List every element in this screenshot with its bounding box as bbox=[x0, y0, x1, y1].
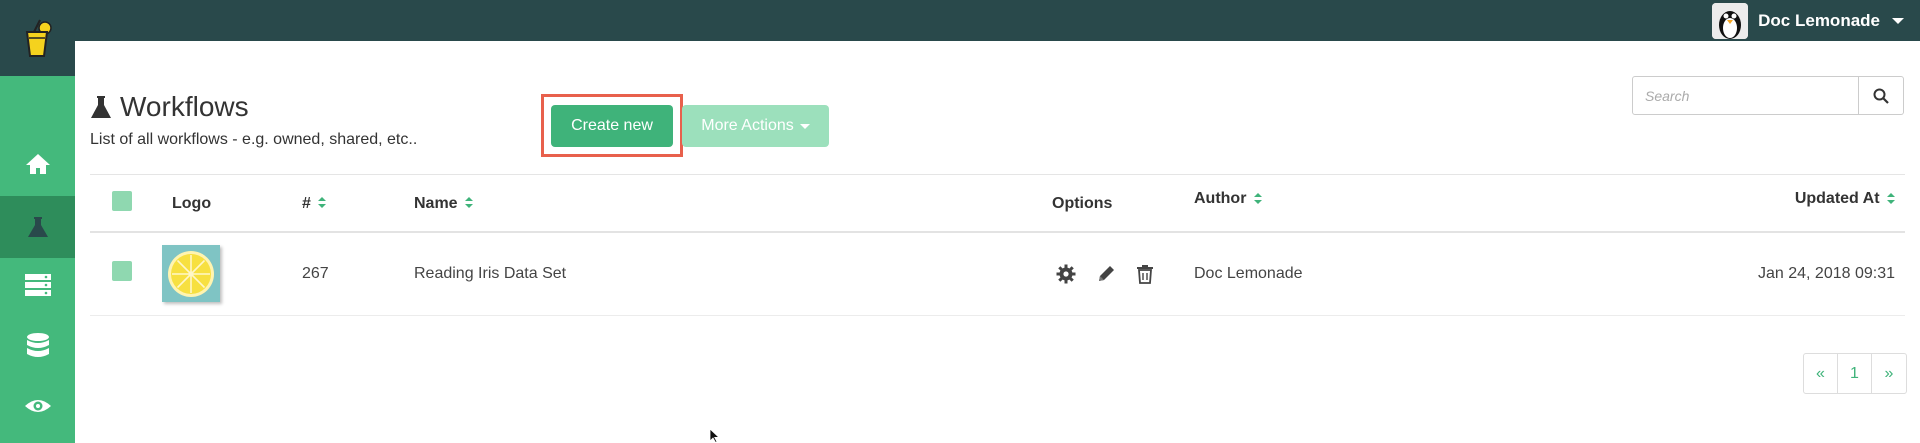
table-header-row: Logo # Name Options Author Updated At bbox=[90, 176, 1905, 233]
row-logo-cell bbox=[162, 232, 302, 316]
search-icon bbox=[1873, 88, 1889, 104]
more-actions-label: More Actions bbox=[701, 117, 794, 134]
header-logo: Logo bbox=[162, 176, 302, 233]
sidebar bbox=[0, 0, 75, 443]
row-options-cell bbox=[1052, 232, 1194, 316]
page-title: Workflows bbox=[90, 91, 249, 123]
more-actions-button[interactable]: More Actions bbox=[682, 105, 829, 147]
sidebar-item-database[interactable] bbox=[0, 315, 75, 377]
workflows-table: Logo # Name Options Author Updated At 26… bbox=[90, 176, 1905, 316]
header-author-label: Author bbox=[1194, 190, 1247, 207]
header-id-label: # bbox=[302, 194, 311, 212]
table-row[interactable]: 267 Reading Iris Data Set Doc Lemonade J… bbox=[90, 232, 1905, 316]
sort-icon bbox=[318, 197, 327, 209]
brand-logo[interactable] bbox=[0, 0, 75, 76]
header-logo-label: Logo bbox=[172, 194, 212, 212]
penguin-avatar-icon bbox=[1712, 2, 1749, 39]
top-bar: Doc Lemonade bbox=[75, 0, 1920, 41]
gear-icon[interactable] bbox=[1056, 264, 1076, 284]
page-title-text: Workflows bbox=[120, 91, 249, 122]
header-options-label: Options bbox=[1052, 194, 1113, 212]
header-updated-at[interactable]: Updated At bbox=[1676, 176, 1905, 233]
search-bar bbox=[1632, 76, 1904, 115]
lemonade-glass-icon bbox=[25, 19, 52, 57]
sidebar-item-workflows[interactable] bbox=[0, 196, 75, 258]
pagination: « 1 » bbox=[1803, 353, 1907, 394]
row-checkbox[interactable] bbox=[112, 261, 132, 282]
sort-icon bbox=[465, 197, 474, 209]
header-name[interactable]: Name bbox=[414, 176, 1052, 233]
row-author: Doc Lemonade bbox=[1194, 232, 1676, 316]
sidebar-item-home[interactable] bbox=[0, 133, 75, 195]
mouse-cursor-icon bbox=[709, 428, 721, 443]
user-name: Doc Lemonade bbox=[1758, 10, 1880, 30]
sidebar-item-servers[interactable] bbox=[0, 254, 75, 316]
row-updated-at: Jan 24, 2018 09:31 bbox=[1676, 232, 1905, 316]
chevron-down-icon bbox=[1892, 17, 1904, 24]
select-all-checkbox[interactable] bbox=[112, 191, 132, 211]
home-icon bbox=[25, 154, 50, 174]
sidebar-item-view[interactable] bbox=[0, 375, 75, 437]
pagination-page-1[interactable]: 1 bbox=[1838, 354, 1872, 393]
main-content: Workflows List of all workflows - e.g. o… bbox=[75, 41, 1920, 443]
create-new-button[interactable]: Create new bbox=[551, 105, 673, 147]
row-select-cell bbox=[90, 232, 162, 316]
row-id: 267 bbox=[302, 232, 414, 316]
server-icon bbox=[24, 274, 51, 296]
pagination-next[interactable]: » bbox=[1872, 354, 1906, 393]
search-input[interactable] bbox=[1632, 76, 1860, 115]
search-button[interactable] bbox=[1859, 76, 1904, 115]
sort-icon bbox=[1253, 192, 1262, 205]
flask-icon bbox=[27, 217, 48, 237]
row-name[interactable]: Reading Iris Data Set bbox=[414, 232, 1052, 316]
eye-icon bbox=[24, 400, 51, 412]
header-author[interactable]: Author bbox=[1194, 176, 1676, 233]
pencil-icon[interactable] bbox=[1096, 264, 1116, 284]
database-icon bbox=[26, 333, 49, 357]
header-options: Options bbox=[1052, 176, 1194, 233]
chevron-down-icon bbox=[799, 123, 810, 129]
header-select-all bbox=[90, 176, 162, 233]
header-name-label: Name bbox=[414, 194, 458, 212]
workflow-logo bbox=[162, 245, 220, 303]
trash-icon[interactable] bbox=[1136, 264, 1154, 284]
page-subtitle: List of all workflows - e.g. owned, shar… bbox=[90, 131, 418, 148]
lemon-slice-icon bbox=[168, 250, 214, 297]
header-id[interactable]: # bbox=[302, 176, 414, 233]
user-menu[interactable]: Doc Lemonade bbox=[1712, 0, 1920, 41]
avatar bbox=[1712, 2, 1749, 39]
pagination-prev[interactable]: « bbox=[1804, 354, 1838, 393]
header-updated-label: Updated At bbox=[1794, 190, 1880, 207]
divider bbox=[90, 174, 1905, 175]
sort-icon bbox=[1887, 192, 1895, 205]
flask-icon bbox=[91, 96, 111, 118]
